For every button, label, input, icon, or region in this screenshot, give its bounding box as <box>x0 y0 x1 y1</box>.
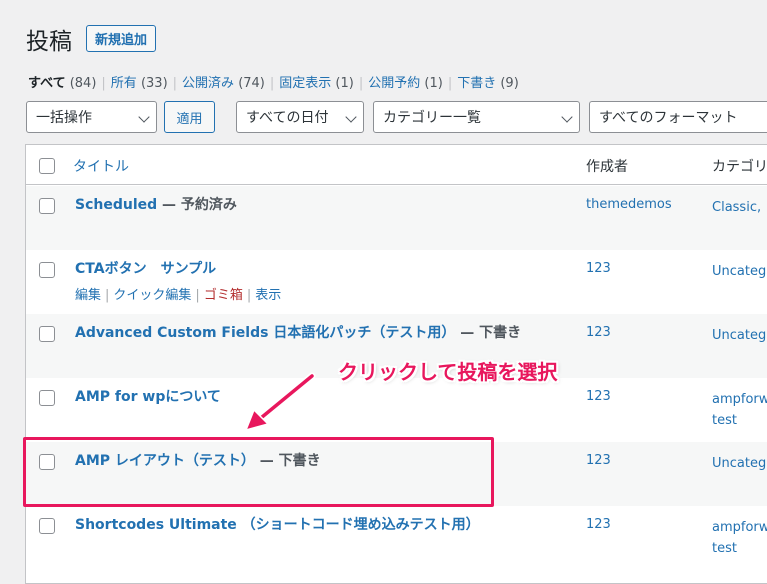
callout-text: クリックして投稿を選択 <box>338 360 558 384</box>
post-author-link[interactable]: 123 <box>586 389 611 404</box>
post-title-link[interactable]: Advanced Custom Fields 日本語化パッチ（テスト用） — 下… <box>75 322 521 342</box>
post-author-link[interactable]: 123 <box>586 453 611 468</box>
filter-drafts[interactable]: 下書き (9) <box>457 76 519 91</box>
format-filter-value: すべてのフォーマット <box>599 110 738 126</box>
post-author-link[interactable]: 123 <box>586 517 611 532</box>
page-title: 投稿 <box>26 29 72 55</box>
post-title-link[interactable]: Shortcodes Ultimate （ショートコード埋め込みテスト用） <box>75 514 480 534</box>
view-link[interactable]: 表示 <box>255 288 281 303</box>
chevron-down-icon <box>138 111 150 123</box>
category-filter-value: カテゴリー一覧 <box>383 110 481 126</box>
table-row: CTAボタン サンプル 編集 | クイック編集 | ゴミ箱 | 表示 123 Uncateg <box>26 250 767 314</box>
quick-edit-link[interactable]: クイック編集 <box>113 288 191 303</box>
row-checkbox[interactable] <box>39 326 55 342</box>
post-category-link[interactable]: ampforw test <box>712 389 767 431</box>
apply-button[interactable]: 適用 <box>164 101 215 133</box>
post-author-link[interactable]: themedemos <box>586 197 672 212</box>
filter-separator: | <box>447 76 453 91</box>
post-category-link[interactable]: ampforw test <box>712 517 767 559</box>
table-row: Shortcodes Ultimate （ショートコード埋め込みテスト用） 12… <box>26 506 767 570</box>
post-author-link[interactable]: 123 <box>586 261 611 276</box>
column-title-header[interactable]: タイトル <box>73 156 129 176</box>
chevron-down-icon <box>345 111 357 123</box>
post-category-link[interactable]: Uncateg <box>712 453 766 474</box>
format-filter-select[interactable]: すべてのフォーマット <box>589 101 767 133</box>
filter-all[interactable]: すべて (84) <box>28 76 96 91</box>
table-row: AMP for wpについて 123 ampforw test <box>26 378 767 442</box>
row-checkbox[interactable] <box>39 262 55 278</box>
trash-link[interactable]: ゴミ箱 <box>204 288 243 303</box>
filter-sticky[interactable]: 固定表示 (1) <box>279 76 354 91</box>
post-title-link[interactable]: AMP for wpについて <box>75 386 221 406</box>
post-category-link[interactable]: Classic, <box>712 197 761 218</box>
post-category-link[interactable]: Uncateg <box>712 325 766 346</box>
date-filter-select[interactable]: すべての日付 <box>236 101 364 133</box>
filter-published[interactable]: 公開済み (74) <box>182 76 265 91</box>
column-author-header: 作成者 <box>586 159 628 175</box>
filter-separator: | <box>172 76 178 91</box>
category-filter-select[interactable]: カテゴリー一覧 <box>373 101 580 133</box>
filter-mine[interactable]: 所有 (33) <box>111 76 168 91</box>
bulk-action-select[interactable]: 一括操作 <box>26 101 157 133</box>
filter-separator: | <box>358 76 364 91</box>
row-actions: 編集 | クイック編集 | ゴミ箱 | 表示 <box>75 284 281 303</box>
post-author-link[interactable]: 123 <box>586 325 611 340</box>
filter-separator: | <box>269 76 275 91</box>
select-all-checkbox[interactable] <box>39 158 55 174</box>
filter-scheduled[interactable]: 公開予約 (1) <box>368 76 443 91</box>
status-filter-links: すべて (84) | 所有 (33) | 公開済み (74) | 固定表示 (1) | 公開予約… <box>28 72 519 91</box>
column-categories-header: カテゴリ <box>712 159 767 175</box>
table-header: タイトル 作成者 カテゴリ <box>26 145 767 185</box>
chevron-down-icon <box>561 111 573 123</box>
edit-link[interactable]: 編集 <box>75 288 101 303</box>
post-category-link[interactable]: Uncateg <box>712 261 766 282</box>
row-checkbox[interactable] <box>39 390 55 406</box>
action-separator: | <box>195 288 200 303</box>
row-checkbox[interactable] <box>39 198 55 214</box>
action-separator: | <box>246 288 252 303</box>
post-title-link[interactable]: CTAボタン サンプル <box>75 258 216 278</box>
post-title-link[interactable]: Scheduled — 予約済み <box>75 194 237 214</box>
date-filter-value: すべての日付 <box>246 110 329 126</box>
action-separator: | <box>105 288 110 303</box>
bulk-action-value: 一括操作 <box>36 110 92 126</box>
row-checkbox[interactable] <box>39 518 55 534</box>
add-new-button[interactable]: 新規追加 <box>86 25 157 52</box>
filter-separator: | <box>101 76 106 91</box>
highlight-box <box>23 437 494 507</box>
table-row: Scheduled — 予約済み themedemos Classic, <box>26 186 767 250</box>
arrow-icon <box>244 372 316 432</box>
